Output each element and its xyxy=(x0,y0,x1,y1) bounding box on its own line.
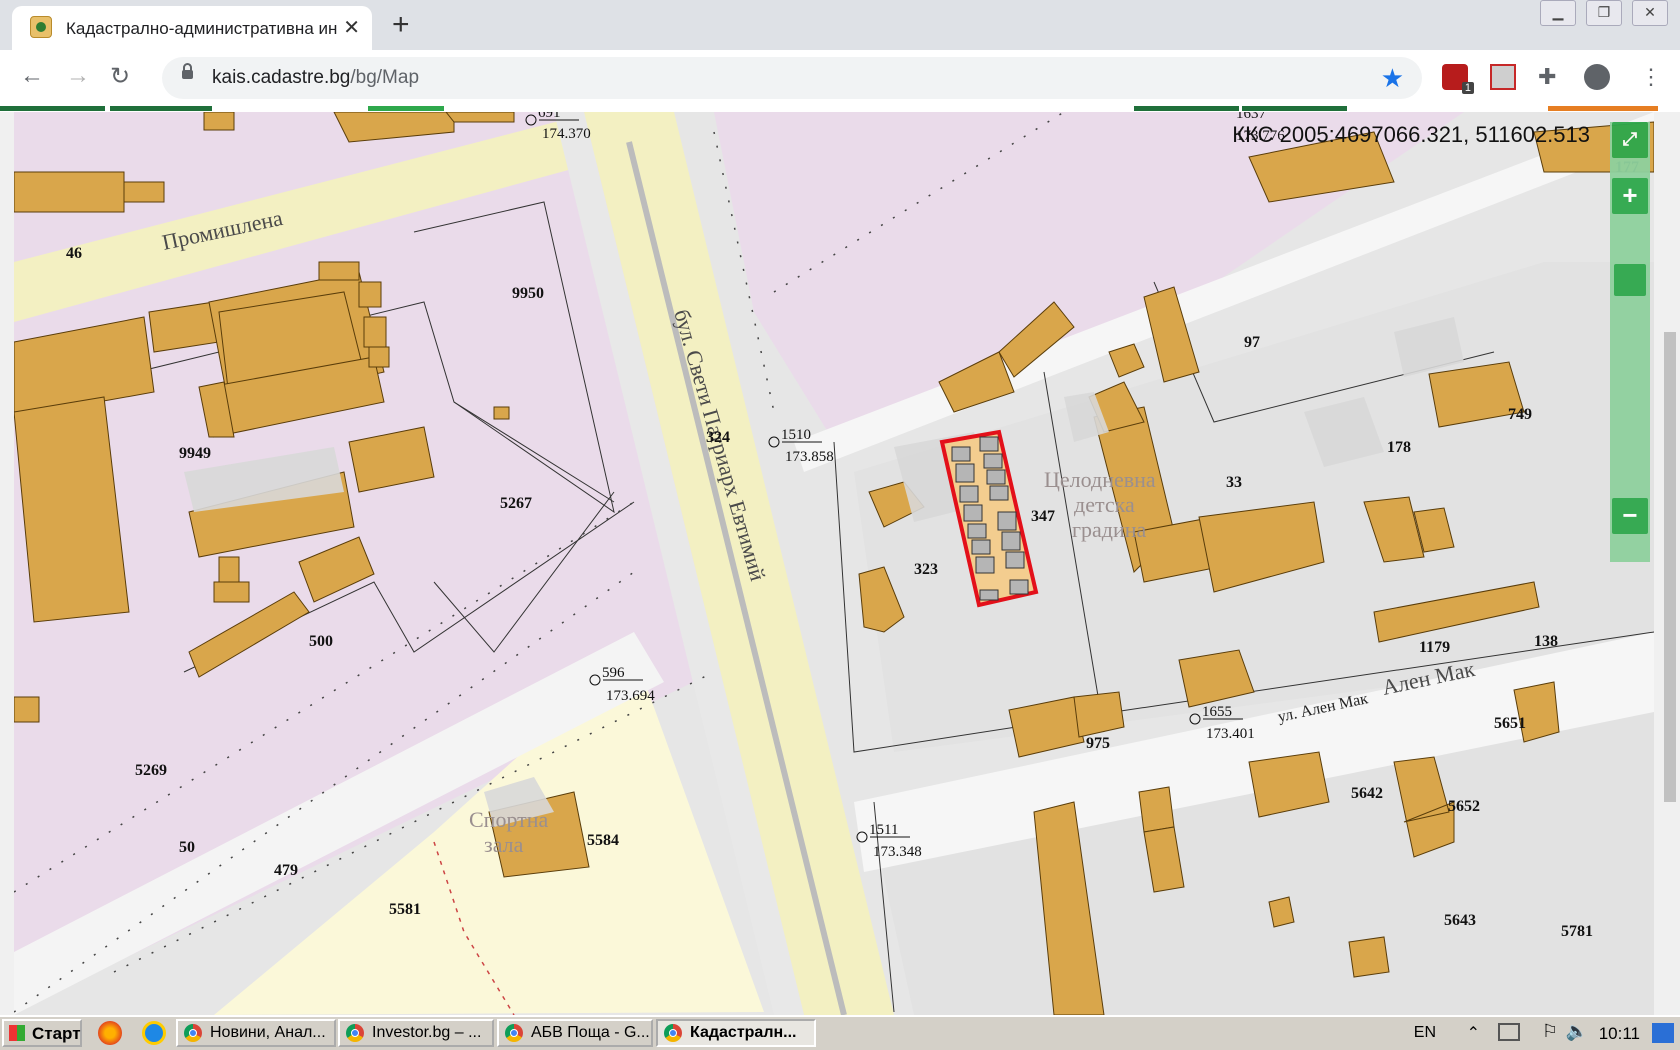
kindergarten-label-1: Целодневна xyxy=(1044,467,1156,492)
parcel-number: 46 xyxy=(66,245,82,262)
ublock-extension-icon[interactable]: 1 xyxy=(1442,64,1474,94)
parcel-number: 138 xyxy=(1534,633,1558,650)
show-desktop-icon[interactable] xyxy=(1652,1023,1674,1043)
point-elev: 173.694 xyxy=(606,688,655,704)
task-chrome-abv[interactable]: АБВ Поща - G... xyxy=(497,1019,653,1047)
parcel-number: 178 xyxy=(1387,439,1411,456)
parcel-number: 5269 xyxy=(135,762,167,779)
lock-icon xyxy=(182,63,193,79)
vertical-scrollbar[interactable] xyxy=(1660,112,1680,1015)
url-text: kais.cadastre.bg/bg/Map xyxy=(212,67,420,88)
tab-close-icon[interactable]: ✕ xyxy=(343,15,360,40)
parcel-number: 5781 xyxy=(1561,923,1593,940)
reload-button[interactable]: ↻ xyxy=(110,62,130,91)
action-center-flag-icon[interactable]: ⚐ xyxy=(1542,1021,1558,1042)
point-id: 1655 xyxy=(1202,704,1232,720)
parcel-number: 479 xyxy=(274,862,298,879)
parcel-number: 975 xyxy=(1086,735,1110,752)
tab-title: Кадастрално-административна ин xyxy=(66,19,338,38)
browser-toolbar: ← → ↻ kais.cadastre.bg/bg/Map ★ 1 ✚ ⋮ xyxy=(0,50,1680,106)
tab-bar: Кадастрално-административна ин ✕ + ▁ ❐ ✕ xyxy=(0,0,1680,50)
cadastral-map[interactable]: Промишлена бул. Свети Патриарх Евтимий у… xyxy=(14,112,1654,1015)
parcel-number: 500 xyxy=(309,633,333,650)
network-icon[interactable] xyxy=(1498,1023,1520,1041)
volume-icon[interactable]: 🔈 xyxy=(1566,1021,1588,1042)
parcel-number: 9949 xyxy=(179,445,211,462)
zoom-slider-handle[interactable] xyxy=(1614,264,1646,296)
parcel-number: 5643 xyxy=(1444,912,1476,929)
clock[interactable]: 10:11 xyxy=(1599,1024,1640,1044)
parcel-number: 9950 xyxy=(512,285,544,302)
address-bar[interactable]: kais.cadastre.bg/bg/Map ★ xyxy=(162,57,1422,99)
task-chrome-novini[interactable]: Новини, Анал... xyxy=(176,1019,336,1047)
profile-avatar-icon[interactable] xyxy=(1584,64,1610,90)
point-elev: 173.348 xyxy=(873,844,922,860)
parcel-number: 1179 xyxy=(1419,639,1450,656)
parcel-number: 5581 xyxy=(389,901,421,918)
sport-hall-label-2: зала xyxy=(484,832,524,857)
fullscreen-icon[interactable]: ⤢ xyxy=(1612,122,1648,158)
point-id: 1637 xyxy=(1236,112,1267,122)
forward-button[interactable]: → xyxy=(66,62,90,90)
map-canvas[interactable]: Промишлена бул. Свети Патриарх Евтимий у… xyxy=(14,112,1654,1015)
parcel-number: 5267 xyxy=(500,495,532,512)
back-button[interactable]: ← xyxy=(20,62,44,90)
new-tab-button[interactable]: + xyxy=(392,8,410,42)
taskbar: Старт Новини, Анал... Investor.bg – ... … xyxy=(0,1015,1680,1050)
pdf-extension-icon[interactable] xyxy=(1490,64,1516,90)
cadastre-favicon-icon xyxy=(30,16,52,38)
point-id: 1510 xyxy=(781,427,811,443)
menu-kebab-icon[interactable]: ⋮ xyxy=(1638,64,1664,90)
point-id: 596 xyxy=(602,665,625,681)
extensions-puzzle-icon[interactable]: ✚ xyxy=(1538,64,1564,90)
parcel-number: 347 xyxy=(1031,508,1055,525)
point-elev: 173.858 xyxy=(785,449,834,465)
task-chrome-cadastre[interactable]: Кадастралн... xyxy=(656,1019,816,1047)
tray-expand-icon[interactable]: ⌃ xyxy=(1467,1023,1480,1043)
internet-explorer-icon[interactable] xyxy=(142,1021,166,1045)
parcel-number: 749 xyxy=(1508,406,1532,423)
sport-hall-label-1: Спортна xyxy=(469,807,549,832)
maximize-button[interactable]: ❐ xyxy=(1586,0,1622,26)
point-elev: 174.370 xyxy=(542,126,591,142)
point-elev: 173.401 xyxy=(1206,726,1255,742)
parcel-number: 97 xyxy=(1244,334,1260,351)
task-chrome-investor[interactable]: Investor.bg – ... xyxy=(338,1019,494,1047)
parcel-number: 50 xyxy=(179,839,195,856)
zoom-control: ⤢ + − xyxy=(1610,122,1650,562)
point-id: 1511 xyxy=(869,822,898,838)
parcel-number: 324 xyxy=(706,429,730,446)
minimize-button[interactable]: ▁ xyxy=(1540,0,1576,26)
parcel-number: 5642 xyxy=(1351,785,1383,802)
kindergarten-label-3: градина xyxy=(1072,517,1147,542)
kindergarten-label-2: детска xyxy=(1074,492,1135,517)
tab-cadastre[interactable]: Кадастрално-административна ин ✕ xyxy=(12,6,372,50)
parcel-number: 33 xyxy=(1226,474,1242,491)
parcel-number: 5652 xyxy=(1448,798,1480,815)
window-controls: ▁ ❐ ✕ xyxy=(1540,0,1668,26)
parcel-number: 5651 xyxy=(1494,715,1526,732)
coordinates-readout: ККС 2005:4697066.321, 511602.513 xyxy=(1232,122,1590,147)
firefox-icon[interactable] xyxy=(98,1021,122,1045)
parcel-number: 5584 xyxy=(587,832,619,849)
scrollbar-thumb[interactable] xyxy=(1664,332,1676,802)
bookmark-star-icon[interactable]: ★ xyxy=(1381,63,1404,94)
zoom-out-button[interactable]: − xyxy=(1612,498,1648,534)
zoom-in-button[interactable]: + xyxy=(1612,178,1648,214)
language-indicator[interactable]: EN xyxy=(1414,1024,1436,1042)
parcel-number: 323 xyxy=(914,561,938,578)
point-id: 691 xyxy=(538,112,561,121)
close-window-button[interactable]: ✕ xyxy=(1632,0,1668,26)
start-button[interactable]: Старт xyxy=(2,1019,82,1047)
